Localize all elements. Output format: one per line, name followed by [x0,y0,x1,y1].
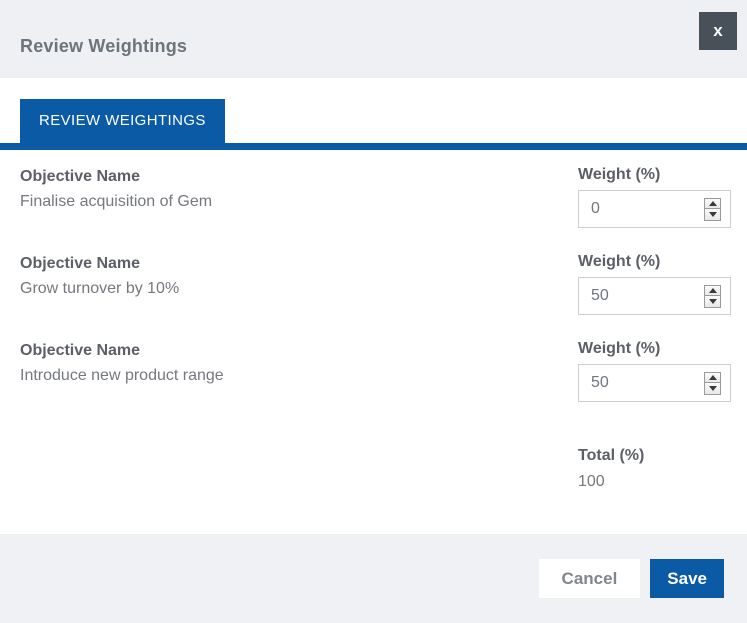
total-value: 100 [578,473,731,491]
modal-content: Objective Name Finalise acquisition of G… [0,150,747,534]
modal-footer: Cancel Save [0,534,747,623]
total-label: Total (%) [578,447,731,465]
weight-label: Weight (%) [578,253,731,271]
cancel-button[interactable]: Cancel [539,559,641,598]
tab-review-weightings[interactable]: REVIEW WEIGHTINGS [20,99,225,143]
objective-name-value: Grow turnover by 10% [20,280,578,298]
spinner-down-icon[interactable] [705,383,720,394]
spinner-up-icon[interactable] [705,373,720,384]
weight-input-wrapper [578,364,731,402]
objective-name-label: Objective Name [20,255,578,273]
objective-row: Objective Name Grow turnover by 10% Weig… [20,253,731,315]
tab-underline [0,143,747,150]
review-weightings-modal: Review Weightings x REVIEW WEIGHTINGS Ob… [0,0,747,623]
objective-name-label: Objective Name [20,342,578,360]
number-spinner [704,372,721,395]
objective-name-value: Finalise acquisition of Gem [20,193,578,211]
modal-title: Review Weightings [20,36,187,57]
weight-input-wrapper [578,277,731,315]
weight-label: Weight (%) [578,340,731,358]
weight-input[interactable] [591,200,704,218]
weight-input[interactable] [591,374,704,392]
objective-name-value: Introduce new product range [20,367,578,385]
spinner-down-icon[interactable] [705,296,720,307]
close-icon[interactable]: x [699,12,737,50]
spinner-up-icon[interactable] [705,286,720,297]
weight-label: Weight (%) [578,166,731,184]
objective-row: Objective Name Finalise acquisition of G… [20,166,731,228]
modal-header: Review Weightings x [0,0,747,78]
number-spinner [704,285,721,308]
weight-input-wrapper [578,190,731,228]
objective-name-label: Objective Name [20,168,578,186]
total-section: Total (%) 100 [578,447,731,491]
save-button[interactable]: Save [650,559,724,598]
objective-row: Objective Name Introduce new product ran… [20,340,731,402]
tab-strip: REVIEW WEIGHTINGS [0,99,747,150]
spinner-up-icon[interactable] [705,199,720,210]
spinner-down-icon[interactable] [705,209,720,220]
number-spinner [704,198,721,221]
weight-input[interactable] [591,287,704,305]
